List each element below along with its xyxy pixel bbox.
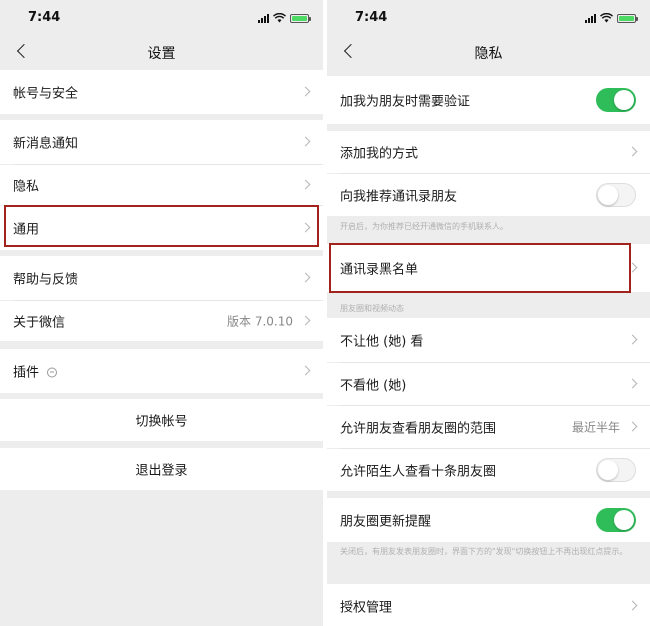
status-time: 7:44 [355,10,388,25]
menu-item-notifications[interactable]: 新消息通知 [0,120,323,164]
contacts-blacklist-label: 通讯录黑名单 [340,262,419,278]
menu-item-account-security[interactable]: 帐号与安全 [0,70,323,114]
chevron-right-icon [627,262,638,273]
status-icons [585,12,638,24]
moments-section-header: 朋友圈和视频动态 [340,304,404,313]
menu-item-label: 关于微信 [13,315,66,331]
menu-item-general[interactable]: 通用 [0,206,323,250]
recommend-note: 开启后，为你推荐已经开通微信的手机联系人。 [340,222,508,231]
toggle-knob [614,510,634,530]
moments-update-note: 关闭后，有朋友发表朋友圈时，界面下方的"发现"切换按钮上不再出现红点提示。 [340,547,628,556]
signal-icon [585,13,596,23]
menu-item-privacy[interactable]: 隐私 [0,165,323,205]
logout-button[interactable]: 退出登录 [0,448,323,490]
nav-bar: 设置 [0,36,323,68]
menu-item-label: 通用 [13,222,40,238]
menu-item-label: 帮助与反馈 [13,272,79,288]
toggle-knob [598,185,618,205]
chevron-right-icon [300,136,311,147]
recommend-contacts-label: 向我推荐通讯录朋友 [340,189,458,205]
chevron-right-icon [300,315,311,326]
logout-label: 退出登录 [135,463,188,479]
status-time: 7:44 [28,10,61,25]
wifi-icon [273,13,286,23]
wifi-icon [600,13,613,23]
hide-my-moments-row[interactable]: 不让他 (她) 看 [327,318,650,362]
recommend-contacts-toggle[interactable] [596,183,636,207]
status-bar: 7:44 [0,0,323,36]
chevron-right-icon [627,334,638,345]
menu-item-label: 帐号与安全 [13,86,79,102]
moments-update-toggle[interactable] [596,508,636,532]
stranger-view-toggle[interactable] [596,458,636,482]
friend-verify-row: 加我为朋友时需要验证 [327,76,650,124]
chevron-right-icon [300,86,311,97]
hide-their-moments-row[interactable]: 不看他 (她) [327,363,650,405]
chevron-right-icon [627,146,638,157]
hide-their-moments-label: 不看他 (她) [340,378,407,394]
battery-icon [290,13,311,23]
version-value: 版本 7.0.10 [227,314,293,329]
friend-verify-label: 加我为朋友时需要验证 [340,94,471,110]
stranger-view-row: 允许陌生人查看十条朋友圈 [327,449,650,491]
page-title: 隐私 [474,46,503,62]
menu-item-plugins[interactable]: 插件 [0,349,323,393]
moments-range-value: 最近半年 [571,420,620,435]
menu-item-label: 新消息通知 [13,136,79,152]
moments-range-row[interactable]: 允许朋友查看朋友圈的范围 最近半年 [327,406,650,448]
settings-screen: 7:44 设置 帐号与安全 新消息通知 隐私 通用 帮助与反馈 关于微信 版本 … [0,0,323,626]
recommend-contacts-row: 向我推荐通讯录朋友 [327,174,650,216]
menu-item-about[interactable]: 关于微信 版本 7.0.10 [0,301,323,341]
plugin-icon [47,367,58,377]
chevron-right-icon [300,272,311,283]
switch-account-button[interactable]: 切换帐号 [0,399,323,441]
chevron-right-icon [300,179,311,190]
moments-update-row: 朋友圈更新提醒 [327,498,650,542]
menu-item-label: 隐私 [13,179,40,195]
authorization-management-row[interactable]: 授权管理 [327,584,650,626]
authorization-management-label: 授权管理 [340,600,393,616]
hide-my-moments-label: 不让他 (她) 看 [340,334,424,350]
signal-icon [258,13,269,23]
add-me-methods-label: 添加我的方式 [340,146,419,162]
status-icons [258,12,311,24]
stranger-view-label: 允许陌生人查看十条朋友圈 [340,464,497,480]
toggle-knob [598,460,618,480]
friend-verify-toggle[interactable] [596,88,636,112]
chevron-right-icon [300,365,311,376]
plugin-label-text: 插件 [13,365,40,381]
menu-item-label: 插件 [13,362,58,381]
chevron-right-icon [300,222,311,233]
battery-icon [617,13,638,23]
status-bar: 7:44 [327,0,650,36]
moments-range-label: 允许朋友查看朋友圈的范围 [340,421,497,437]
add-me-methods-row[interactable]: 添加我的方式 [327,131,650,173]
switch-account-label: 切换帐号 [135,414,188,430]
toggle-knob [614,90,634,110]
contacts-blacklist-row[interactable]: 通讯录黑名单 [327,244,650,292]
privacy-screen: 7:44 隐私 加我为朋友时需要验证 添加我的方式 向我推荐通讯录朋友 开启后，… [327,0,650,626]
nav-bar: 隐私 [327,36,650,68]
chevron-right-icon [627,378,638,389]
chevron-right-icon [627,600,638,611]
chevron-right-icon [627,421,638,432]
menu-item-help-feedback[interactable]: 帮助与反馈 [0,256,323,300]
moments-update-label: 朋友圈更新提醒 [340,514,432,530]
page-title: 设置 [147,46,176,62]
